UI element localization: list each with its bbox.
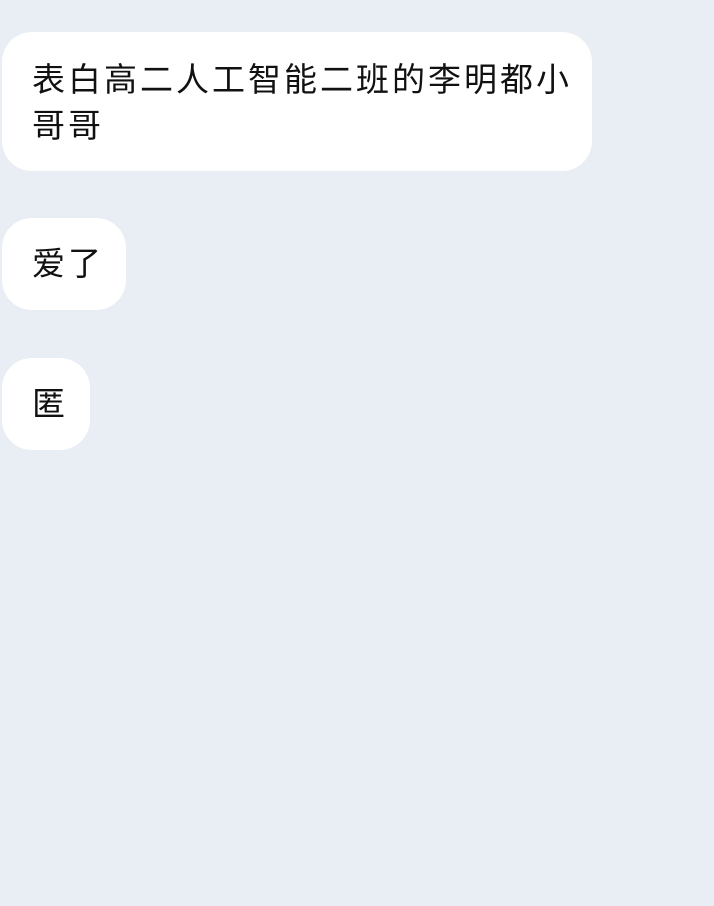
chat-thread: 表白高二人工智能二班的李明都小哥哥 爱了 匿 — [0, 0, 714, 906]
message-bubble[interactable]: 爱了 — [2, 218, 126, 310]
message-text: 匿 — [32, 384, 68, 423]
message-text: 表白高二人工智能二班的李明都小哥哥 — [32, 60, 572, 145]
message-bubble[interactable]: 匿 — [2, 358, 90, 450]
message-bubble[interactable]: 表白高二人工智能二班的李明都小哥哥 — [2, 32, 592, 171]
message-text: 爱了 — [32, 244, 104, 283]
